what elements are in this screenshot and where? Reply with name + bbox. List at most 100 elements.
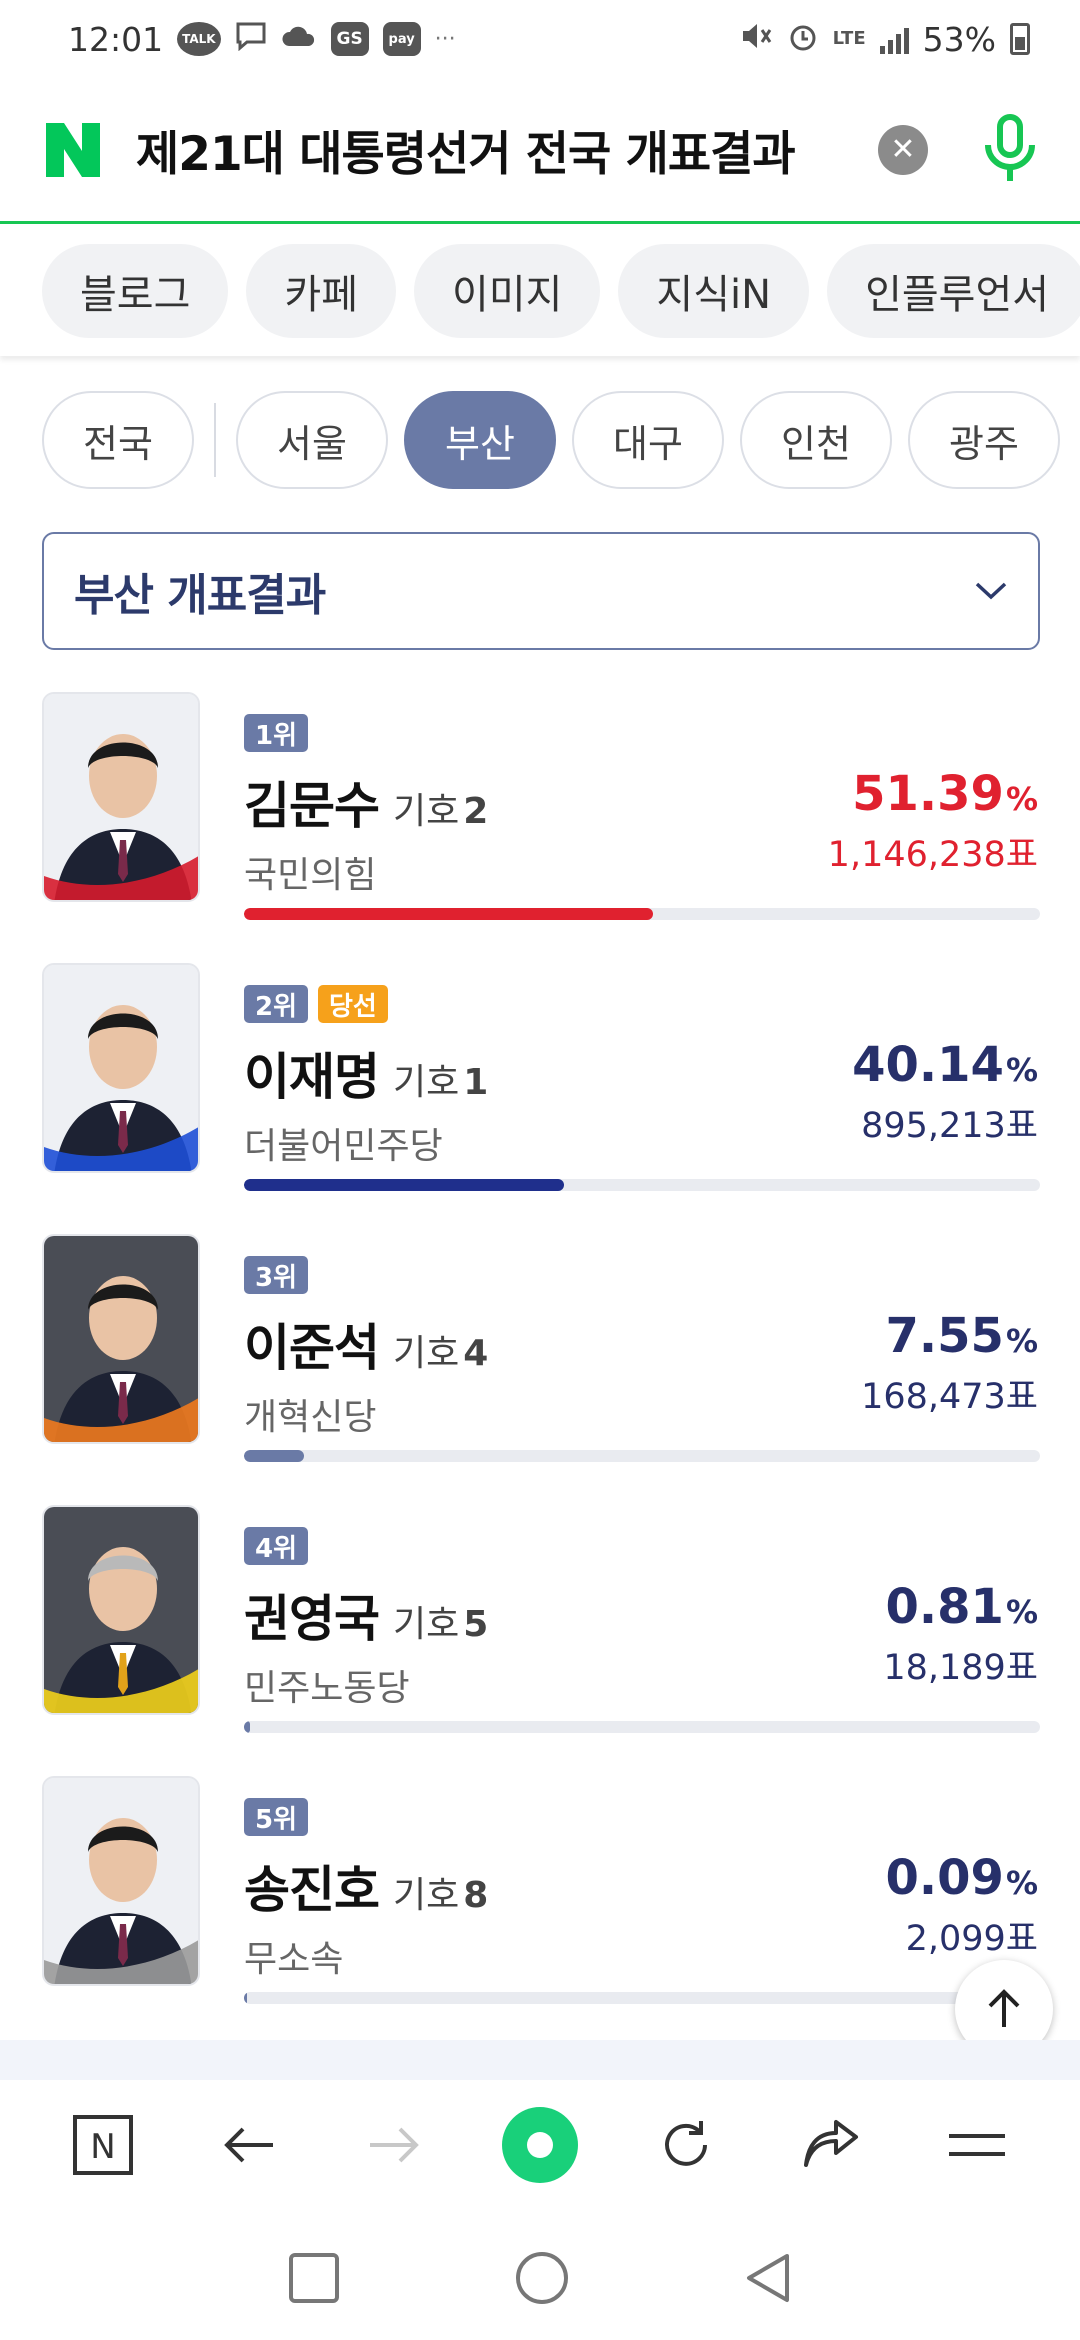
rank-row: 5위	[244, 1798, 488, 1836]
candidate-info: 4위 권영국 기호 5 민주노동당	[244, 1527, 488, 1711]
candidate-row[interactable]: 3위 이준석 기호 4 개혁신당 7.55% 168,473표	[0, 1234, 1080, 1505]
candidate-info: 2위 당선 이재명 기호 1 더불어민주당	[244, 985, 488, 1169]
region-chip-busan[interactable]: 부산	[404, 391, 556, 489]
region-chip-gwangju[interactable]: 광주	[908, 391, 1060, 489]
tab-knowledge-in[interactable]: 지식iN	[618, 244, 810, 338]
vote-share-bar-fill	[244, 1179, 564, 1191]
share-icon	[804, 2120, 859, 2167]
recents-button[interactable]	[287, 2251, 341, 2309]
vote-percent-value: 7.55	[885, 1308, 1004, 1364]
rank-badge: 3위	[244, 1256, 309, 1294]
portrait-icon	[44, 1778, 198, 1984]
home-button[interactable]	[514, 2250, 570, 2310]
status-left: 12:01 TALK GS pay ···	[68, 20, 456, 59]
portrait-icon	[44, 694, 198, 900]
vote-count: 18,189표	[883, 1648, 1038, 1688]
vote-share-bar-fill	[244, 1450, 305, 1462]
candidate-party: 무소속	[244, 1939, 344, 1980]
region-chip-seoul[interactable]: 서울	[236, 391, 388, 489]
vote-percent: 0.81%	[883, 1579, 1039, 1635]
naver-logo[interactable]	[40, 117, 106, 183]
search-query-input[interactable]: 제21대 대통령선거 전국 개표결과	[136, 115, 878, 184]
candidate-name[interactable]: 김문수	[244, 766, 380, 838]
vote-share-bar-fill	[244, 1992, 248, 2004]
candidate-info: 1위 김문수 기호 2 국민의힘	[244, 714, 488, 898]
forward-arrow-icon	[370, 2127, 420, 2163]
candidate-number-label: 기호	[393, 1604, 460, 1645]
candidate-row[interactable]: 1위 김문수 기호 2 국민의힘 51.39% 1,146,238표	[0, 692, 1080, 963]
candidate-row[interactable]: 2위 당선 이재명 기호 1 더불어민주당 40.14% 895,213표	[0, 963, 1080, 1234]
elected-badge: 당선	[318, 985, 388, 1023]
status-time: 12:01	[68, 19, 164, 59]
vote-count: 168,473표	[861, 1377, 1038, 1417]
system-back-button[interactable]	[743, 2250, 793, 2310]
candidate-name[interactable]: 권영국	[244, 1579, 380, 1651]
naver-home-button[interactable]: N	[58, 2100, 148, 2190]
share-button[interactable]	[786, 2100, 876, 2190]
tab-image[interactable]: 이미지	[414, 244, 601, 338]
rank-badge: 4위	[244, 1527, 309, 1565]
candidate-number-value: 8	[463, 1875, 489, 1916]
candidate-party: 민주노동당	[244, 1668, 410, 1709]
vote-share-bar	[244, 1721, 1040, 1733]
candidate-photo	[42, 1505, 200, 1715]
region-chip-nationwide[interactable]: 전국	[42, 391, 194, 489]
rank-badge: 1위	[244, 714, 309, 752]
results-region-dropdown[interactable]: 부산 개표결과	[42, 532, 1040, 650]
vote-percent-value: 51.39	[852, 766, 1004, 822]
search-clear-button[interactable]: ✕	[878, 124, 928, 175]
candidate-name[interactable]: 이재명	[244, 1037, 380, 1109]
region-chip-daegu[interactable]: 대구	[572, 391, 724, 489]
candidate-name[interactable]: 이준석	[244, 1308, 380, 1380]
rank-row: 4위	[244, 1527, 488, 1565]
vote-count: 1,146,238표	[827, 835, 1038, 875]
green-dot-button[interactable]	[495, 2100, 585, 2190]
forward-button[interactable]	[349, 2100, 439, 2190]
arrow-up-icon	[988, 1989, 1020, 2027]
candidate-photo	[42, 1234, 200, 1444]
refresh-button[interactable]	[641, 2100, 731, 2190]
status-right: LTE 53%	[739, 20, 1030, 59]
candidate-party: 국민의힘	[244, 855, 377, 896]
candidate-row[interactable]: 4위 권영국 기호 5 민주노동당 0.81% 18,189표	[0, 1505, 1080, 1776]
candidate-row[interactable]: 5위송진호 기호 8 무소속 0.09% 2,099표	[0, 1776, 1080, 2047]
content-fade-strip	[0, 2040, 1080, 2080]
candidate-number: 기호 1	[393, 1053, 488, 1105]
vote-share-bar	[244, 1179, 1040, 1191]
name-row: 이재명 기호 1	[244, 1037, 488, 1109]
naver-home-icon: N	[72, 2115, 133, 2175]
menu-button[interactable]	[932, 2100, 1022, 2190]
vote-percent-value: 0.81	[885, 1579, 1004, 1635]
candidate-party: 개혁신당	[244, 1397, 377, 1438]
rank-row: 1위	[244, 714, 488, 752]
battery-icon	[1010, 23, 1030, 55]
portrait-icon	[44, 1507, 198, 1713]
tab-influencer[interactable]: 인플루언서	[827, 244, 1080, 338]
vote-share-bar-fill	[244, 1721, 251, 1733]
rank-badge: 5위	[244, 1798, 309, 1836]
status-bar: 12:01 TALK GS pay ··· LTE 53%	[0, 0, 1080, 78]
back-arrow-icon	[223, 2127, 273, 2163]
candidate-name[interactable]: 송진호	[244, 1850, 380, 1922]
dropdown-label: 부산 개표결과	[74, 570, 326, 621]
candidate-number-value: 2	[463, 791, 489, 832]
candidate-stats: 0.09% 2,099표	[886, 1850, 1039, 1961]
candidate-number-label: 기호	[393, 1875, 460, 1916]
back-icon	[747, 2254, 790, 2302]
vote-share-bar-fill	[244, 908, 654, 920]
voice-search-button[interactable]	[980, 111, 1040, 189]
alarm-icon	[787, 20, 819, 59]
close-icon: ✕	[890, 132, 916, 167]
tab-blog[interactable]: 블로그	[42, 244, 229, 338]
vote-percent-unit: %	[1005, 780, 1038, 818]
vote-percent-value: 0.09	[885, 1850, 1004, 1906]
candidate-party: 더불어민주당	[244, 1126, 443, 1167]
vote-share-bar	[244, 1992, 1040, 2004]
vote-percent-unit: %	[1005, 1322, 1038, 1360]
candidate-info: 5위송진호 기호 8 무소속	[244, 1798, 488, 1982]
vote-share-bar	[244, 908, 1040, 920]
back-button[interactable]	[204, 2100, 294, 2190]
region-chip-incheon[interactable]: 인천	[740, 391, 892, 489]
chip-divider	[214, 403, 216, 477]
tab-cafe[interactable]: 카페	[246, 244, 397, 338]
